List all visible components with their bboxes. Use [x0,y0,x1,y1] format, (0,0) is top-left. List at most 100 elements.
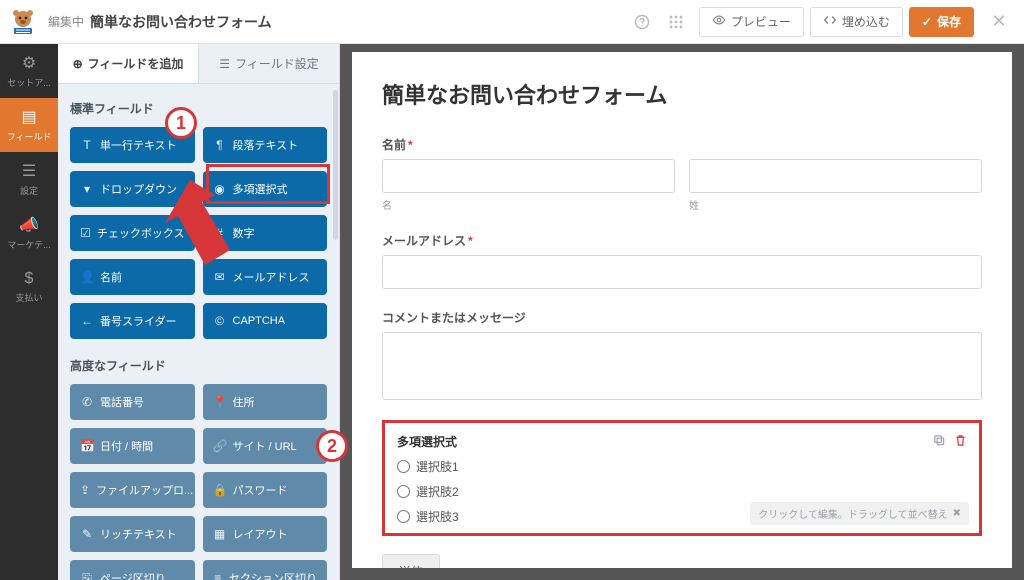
field-label: サイト / URL [233,438,297,454]
field-label: リッチテキスト [100,526,177,542]
nav-marketing[interactable]: 📣 マーケテ... [0,206,58,260]
last-sublabel: 姓 [689,197,982,212]
left-nav: ⚙ セットア... ▤ フィールド ☰ 設定 📣 マーケテ... $ 支払い [0,44,58,580]
field-button-standard[interactable]: ¶段落テキスト [203,127,328,163]
field-name[interactable]: 名前* 名 姓 [382,136,982,212]
field-icon: ▾ [80,182,94,196]
field-button-standard[interactable]: ▾ドロップダウン [70,171,195,207]
field-button-advanced[interactable]: ⎘ページ区切り [70,560,195,580]
editing-label: 編集中 [48,13,84,30]
field-button-standard[interactable]: # 数字 [203,215,328,251]
last-name-input[interactable] [689,159,982,193]
apps-icon[interactable] [663,9,689,35]
group-advanced-title: 高度なフィールド [70,357,327,374]
field-button-advanced[interactable]: ⇪ファイルアップロ... [70,472,195,508]
code-icon [823,13,837,30]
nav-settings[interactable]: ☰ 設定 [0,152,58,206]
group-standard-title: 標準フィールド [70,100,327,117]
panel-scrollbar[interactable] [333,90,338,240]
field-comment[interactable]: コメントまたはメッセージ [382,309,982,400]
form-name: 簡単なお問い合わせフォーム [90,12,272,32]
duplicate-icon[interactable] [933,434,946,450]
field-multiple-choice[interactable]: 多項選択式 選択肢1 選択肢2 選択肢3 クリックして編集。ドラッグして並べ替え ✖ [382,420,982,536]
eye-icon [712,13,726,30]
field-label: 多項選択式 [233,181,288,197]
field-label: 住所 [233,394,255,410]
field-icon: ← [80,314,94,328]
embed-button[interactable]: 埋め込む [810,7,903,37]
help-icon[interactable] [629,9,655,35]
field-button-advanced[interactable]: ▦ レイアウト [203,516,328,552]
save-button[interactable]: ✓ 保存 [909,7,974,37]
email-label: メールアドレス* [382,232,982,249]
radio-option[interactable]: 選択肢1 [397,458,967,475]
field-icon: ▦ [213,527,227,541]
field-email[interactable]: メールアドレス* [382,232,982,289]
first-sublabel: 名 [382,197,675,212]
field-label: レイアウト [233,526,288,542]
panel-tabs: ⊕ フィールドを追加 ☰ フィールド設定 [58,44,339,84]
check-icon: ✓ [922,15,932,29]
field-label: 単一行テキスト [100,137,177,153]
field-icon: 📍 [213,395,227,409]
field-button-advanced[interactable]: 📅 日付 / 時間 [70,428,195,464]
radio-input[interactable] [397,485,410,498]
email-input[interactable] [382,255,982,289]
submit-button[interactable]: 送信 [382,554,440,568]
main-area: ⚙ セットア... ▤ フィールド ☰ 設定 📣 マーケテ... $ 支払い ⊕… [0,44,1024,580]
radio-input[interactable] [397,460,410,473]
field-icon: 🔒 [213,483,227,497]
field-icon: © [213,314,227,328]
name-label: 名前* [382,136,982,153]
panel-body: 標準フィールド T単一行テキスト¶段落テキスト▾ドロップダウン ◉ 多項選択式 ☑ チェ… [58,84,339,580]
field-button-standard[interactable]: ☑ チェックボックス [70,215,195,251]
side-panel: ⊕ フィールドを追加 ☰ フィールド設定 標準フィールド T単一行テキスト¶段落… [58,44,340,580]
field-label: セクション区切り [229,570,317,580]
trash-icon[interactable] [954,434,967,450]
field-button-standard[interactable]: ✉メールアドレス [203,259,328,295]
sliders-icon: ☰ [219,57,230,71]
multi-label: 多項選択式 [397,433,925,450]
field-icon: ◉ [213,182,227,196]
megaphone-icon: 📣 [19,215,39,235]
field-icon: ✎ [80,527,94,541]
field-label: 数字 [233,225,255,241]
field-icon: 📅 [80,439,94,453]
nav-fields[interactable]: ▤ フィールド [0,98,58,152]
comment-textarea[interactable] [382,332,982,400]
tab-field-options[interactable]: ☰ フィールド設定 [199,44,339,83]
edit-hint: クリックして編集。ドラッグして並べ替え ✖ [750,502,969,525]
plus-circle-icon: ⊕ [73,57,83,71]
radio-input[interactable] [397,510,410,523]
field-label: 番号スライダー [100,313,177,329]
fields-icon: ▤ [21,107,36,127]
field-button-advanced[interactable]: ✆電話番号 [70,384,195,420]
field-button-advanced[interactable]: ≡セクション区切り [203,560,328,580]
field-label: 日付 / 時間 [100,438,153,454]
field-button-advanced[interactable]: 🔒パスワード [203,472,328,508]
nav-setup[interactable]: ⚙ セットア... [0,44,58,98]
field-button-standard[interactable]: © CAPTCHA [203,303,328,339]
field-button-standard[interactable]: T単一行テキスト [70,127,195,163]
form-title: 簡単なお問い合わせフォーム [382,78,982,110]
gear-icon: ⚙ [22,53,36,73]
field-button-advanced[interactable]: 🔗サイト / URL [203,428,328,464]
field-button-standard[interactable]: ◉ 多項選択式 [203,171,328,207]
radio-option[interactable]: 選択肢2 [397,483,967,500]
field-button-standard[interactable]: 👤名前 [70,259,195,295]
field-icon: # [213,226,227,240]
field-button-advanced[interactable]: 📍 住所 [203,384,328,420]
tab-add-field[interactable]: ⊕ フィールドを追加 [58,44,199,83]
field-icon: ☑ [80,226,91,240]
preview-button[interactable]: プレビュー [699,7,804,37]
option-label: 選択肢3 [416,508,459,525]
field-button-standard[interactable]: ← 番号スライダー [70,303,195,339]
field-label: ファイルアップロ... [96,482,193,498]
info-icon: ✖ [953,508,961,519]
close-icon[interactable]: ✕ [982,11,1016,32]
field-label: CAPTCHA [233,315,286,327]
nav-payments[interactable]: $ 支払い [0,260,58,314]
field-label: チェックボックス [97,225,185,241]
field-button-advanced[interactable]: ✎ リッチテキスト [70,516,195,552]
first-name-input[interactable] [382,159,675,193]
